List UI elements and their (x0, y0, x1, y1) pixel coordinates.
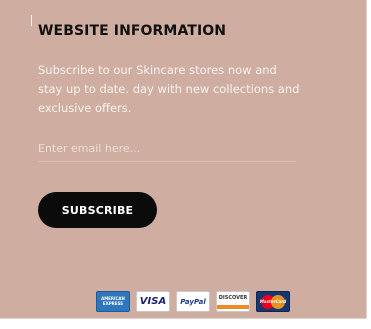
paypal-card-icon: PayPal (176, 291, 210, 312)
section-title: WEBSITE INFORMATION (38, 23, 227, 39)
amex-card-icon: AMERICAN EXPRESS (96, 291, 130, 312)
mastercard-card-icon: MasterCard (256, 291, 290, 312)
discover-stripe (217, 305, 249, 309)
discover-card-icon: DISCOVER (216, 291, 250, 312)
section-description: Subscribe to our Skincare stores now and… (38, 63, 300, 115)
visa-card-icon: VISA (136, 291, 170, 312)
newsletter-panel: WEBSITE INFORMATION Subscribe to our Ski… (0, 0, 367, 319)
subscribe-button[interactable]: SUBSCRIBE (38, 192, 157, 228)
payment-methods: AMERICAN EXPRESS VISA PayPal DISCOVER Ma… (96, 291, 290, 312)
text-cursor-icon (31, 15, 32, 26)
email-input[interactable] (38, 136, 296, 162)
